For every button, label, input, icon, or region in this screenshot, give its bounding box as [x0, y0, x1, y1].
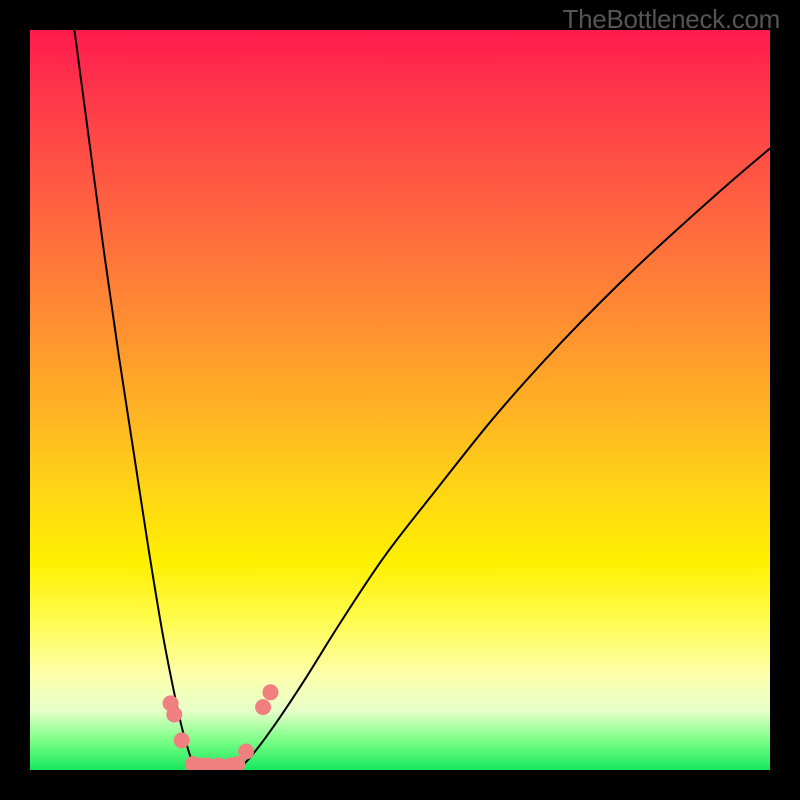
curve-markers — [163, 684, 279, 770]
curve-left-branch — [74, 30, 207, 770]
data-marker — [238, 744, 254, 760]
curve-layer — [30, 30, 770, 770]
curve-right-branch — [230, 148, 770, 770]
data-marker — [174, 732, 190, 748]
bottleneck-curve — [74, 30, 770, 770]
plot-area — [30, 30, 770, 770]
data-marker — [166, 707, 182, 723]
watermark-text: TheBottleneck.com — [563, 4, 780, 35]
data-marker — [255, 699, 271, 715]
data-marker — [263, 684, 279, 700]
chart-frame: TheBottleneck.com — [0, 0, 800, 800]
